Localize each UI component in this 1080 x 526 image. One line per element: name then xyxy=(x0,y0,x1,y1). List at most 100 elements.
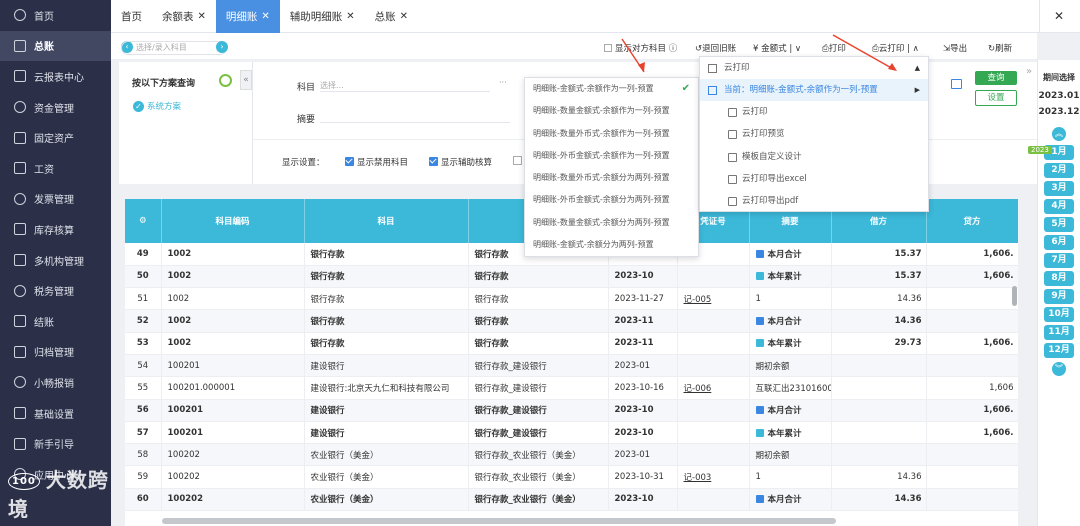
settings-column-icon[interactable]: ⚙ xyxy=(125,199,162,243)
cloud-print-option[interactable]: 云打印导出pdf xyxy=(700,190,928,212)
table-row[interactable]: 58 100202 农业银行（美金） 银行存款_农业银行（美金） 2023-01 期初余额 xyxy=(125,443,1018,467)
table-row[interactable]: 59 100202 农业银行（美金） 银行存款_农业银行（美金） 2023-10-31 记… xyxy=(125,465,1018,489)
cell-voucher[interactable]: 记-006 xyxy=(677,376,750,400)
horizontal-scrollbar[interactable] xyxy=(162,518,836,524)
month-button-12[interactable]: 12月 xyxy=(1044,343,1074,358)
voucher-link[interactable]: 记-006 xyxy=(684,384,712,394)
refresh-button[interactable]: ↻刷新 xyxy=(988,42,1012,54)
close-icon[interactable]: ✕ xyxy=(198,11,206,22)
cloud-print-button[interactable]: ⎙云打印 | ∧ xyxy=(872,42,919,54)
cell-voucher[interactable]: 记-005 xyxy=(677,287,750,311)
sidebar-item-1[interactable]: 总账 xyxy=(0,30,111,62)
expand-icon[interactable]: » xyxy=(1026,66,1036,84)
sidebar-item-12[interactable]: 小畅报销 xyxy=(0,367,111,398)
cell-voucher[interactable] xyxy=(677,265,750,289)
month-button-5[interactable]: 5月 xyxy=(1044,217,1074,232)
sidebar-item-5[interactable]: 工资 xyxy=(0,153,111,184)
table-row[interactable]: 54 100201 建设银行 银行存款_建设银行 2023-01 期初余额 xyxy=(125,354,1018,378)
cloud-print-option[interactable]: 云打印 xyxy=(700,101,928,123)
more-icon[interactable]: ··· xyxy=(499,78,507,87)
period-from[interactable]: 2023.01 xyxy=(1038,91,1080,101)
table-row[interactable]: 51 1002 银行存款 银行存款 2023-11-27 记-005 1 14.36 xyxy=(125,287,1018,311)
table-row[interactable]: 57 100201 建设银行 银行存款_建设银行 2023-10 本年累计 1,606. xyxy=(125,421,1018,445)
month-button-11[interactable]: 11月 xyxy=(1044,325,1074,340)
table-row[interactable]: 56 100201 建设银行 银行存款_建设银行 2023-10 本月合计 1,606. xyxy=(125,399,1018,422)
subject-select-input[interactable]: 选择/录入科目 xyxy=(121,41,227,55)
current-template-item[interactable]: 当前：明细账-金额式-余额作为一列-预置 ▶ xyxy=(700,79,928,101)
cell-voucher[interactable] xyxy=(677,354,750,378)
next-subject-icon[interactable]: › xyxy=(216,41,228,53)
template-option[interactable]: 明细账-数量外币式-余额分为两列-预置 xyxy=(525,167,698,189)
period-to[interactable]: 2023.12 xyxy=(1038,107,1080,117)
calendar-icon[interactable] xyxy=(951,79,962,89)
template-option[interactable]: 明细账-数量外币式-余额作为一列-预置 xyxy=(525,123,698,145)
template-option[interactable]: 明细账-外币金额式-余额作为一列-预置 xyxy=(525,145,698,167)
close-icon[interactable]: ✕ xyxy=(1054,9,1064,23)
template-option[interactable]: 明细账-数量金额式-余额分为两列-预置 xyxy=(525,212,698,234)
chevron-up-icon[interactable]: ︽ xyxy=(1052,127,1066,141)
sidebar-item-2[interactable]: 云报表中心 xyxy=(0,61,111,92)
tab-3[interactable]: 辅助明细账 ✕ xyxy=(280,0,365,33)
sidebar-item-6[interactable]: 发票管理 xyxy=(0,184,111,215)
cloud-print-option[interactable]: 云打印预览 xyxy=(700,123,928,145)
sidebar-item-13[interactable]: 基础设置 xyxy=(0,398,111,429)
voucher-link[interactable]: 记-005 xyxy=(684,295,712,305)
month-button-7[interactable]: 7月 xyxy=(1044,253,1074,268)
vertical-scrollbar[interactable] xyxy=(1012,286,1017,306)
tab-2[interactable]: 明细账 ✕ xyxy=(215,0,280,33)
system-scheme-link[interactable]: ✓ 系统方案 xyxy=(133,100,181,112)
month-button-2[interactable]: 2月 xyxy=(1044,163,1074,178)
help-icon[interactable]: ⓘ xyxy=(669,44,678,54)
table-row[interactable]: 55 100201.000001 建设银行:北京天九仁和科技有限公司 银行存款_建设银… xyxy=(125,376,1018,400)
month-button-9[interactable]: 9月 xyxy=(1044,289,1074,304)
template-option[interactable]: 明细账-金额式-余额分为两列-预置 xyxy=(525,234,698,256)
voucher-link[interactable]: 记-003 xyxy=(684,473,712,483)
close-icon[interactable]: ✕ xyxy=(400,11,408,22)
print-button[interactable]: ⎙打印 xyxy=(822,42,846,54)
settings-button[interactable]: 设置 xyxy=(975,90,1017,106)
table-row[interactable]: 52 1002 银行存款 银行存款 2023-11 本月合计 14.36 xyxy=(125,309,1018,333)
cell-voucher[interactable]: 记-003 xyxy=(677,465,750,489)
sidebar-item-3[interactable]: 资金管理 xyxy=(0,92,111,123)
sidebar-item-4[interactable]: 固定资产 xyxy=(0,122,111,153)
table-row[interactable]: 53 1002 银行存款 银行存款 2023-11 本年累计 29.73 1,606. xyxy=(125,332,1018,355)
month-button-3[interactable]: 3月 xyxy=(1044,181,1074,196)
close-icon[interactable]: ✕ xyxy=(346,11,354,22)
tab-1[interactable]: 余额表 ✕ xyxy=(152,0,216,33)
sidebar-item-0[interactable]: 首页 xyxy=(0,0,111,31)
show-disabled-checkbox[interactable]: 显示禁用科目 xyxy=(345,156,408,168)
cell-voucher[interactable] xyxy=(677,488,750,512)
sidebar-item-8[interactable]: 多机构管理 xyxy=(0,245,111,276)
tab-0[interactable]: 首页 xyxy=(111,0,152,33)
sidebar-item-7[interactable]: 库存核算 xyxy=(0,214,111,245)
table-row[interactable]: 50 1002 银行存款 银行存款 2023-10 本年累计 15.37 1,606. xyxy=(125,265,1018,289)
month-button-6[interactable]: 6月 xyxy=(1044,235,1074,250)
month-button-10[interactable]: 10月 xyxy=(1044,307,1074,322)
chevron-down-icon[interactable]: ︾ xyxy=(1052,362,1066,376)
export-button[interactable]: ⇲导出 xyxy=(943,42,967,54)
sidebar-item-9[interactable]: 税务管理 xyxy=(0,275,111,306)
cloud-print-option[interactable]: 模板自定义设计 xyxy=(700,146,928,168)
month-button-8[interactable]: 8月 xyxy=(1044,271,1074,286)
template-option[interactable]: 明细账-金额式-余额作为一列-预置 ✔ xyxy=(525,78,698,100)
target-icon[interactable] xyxy=(219,74,232,87)
cloud-print-header[interactable]: 云打印 ▲ xyxy=(700,57,928,79)
show-aux-checkbox[interactable]: 显示辅助核算 xyxy=(429,156,492,168)
template-option[interactable]: 明细账-数量金额式-余额作为一列-预置 xyxy=(525,100,698,122)
query-button[interactable]: 查询 xyxy=(975,71,1017,85)
sidebar-item-14[interactable]: 新手引导 xyxy=(0,428,111,459)
subject-input[interactable]: 选择... xyxy=(320,80,490,92)
table-row[interactable]: 60 100202 农业银行（美金） 银行存款_农业银行（美金） 2023-10 本月合计… xyxy=(125,488,1018,512)
show-opposite-checkbox[interactable]: 显示对方科目 ⓘ xyxy=(604,42,677,54)
summary-input[interactable] xyxy=(320,122,510,123)
cell-voucher[interactable] xyxy=(677,421,750,445)
template-option[interactable]: 明细账-外币金额式-余额分为两列-预置 xyxy=(525,189,698,211)
cell-voucher[interactable] xyxy=(677,399,750,422)
checkbox-icon[interactable] xyxy=(513,156,522,165)
back-old-button[interactable]: ↺退回旧账 xyxy=(695,42,736,54)
amount-format-button[interactable]: ¥ 金额式 | ∨ xyxy=(753,42,801,54)
cell-voucher[interactable] xyxy=(677,309,750,333)
cloud-print-option[interactable]: 云打印导出excel xyxy=(700,168,928,190)
sidebar-item-10[interactable]: 结账 xyxy=(0,306,111,337)
close-icon[interactable]: ✕ xyxy=(261,11,269,22)
